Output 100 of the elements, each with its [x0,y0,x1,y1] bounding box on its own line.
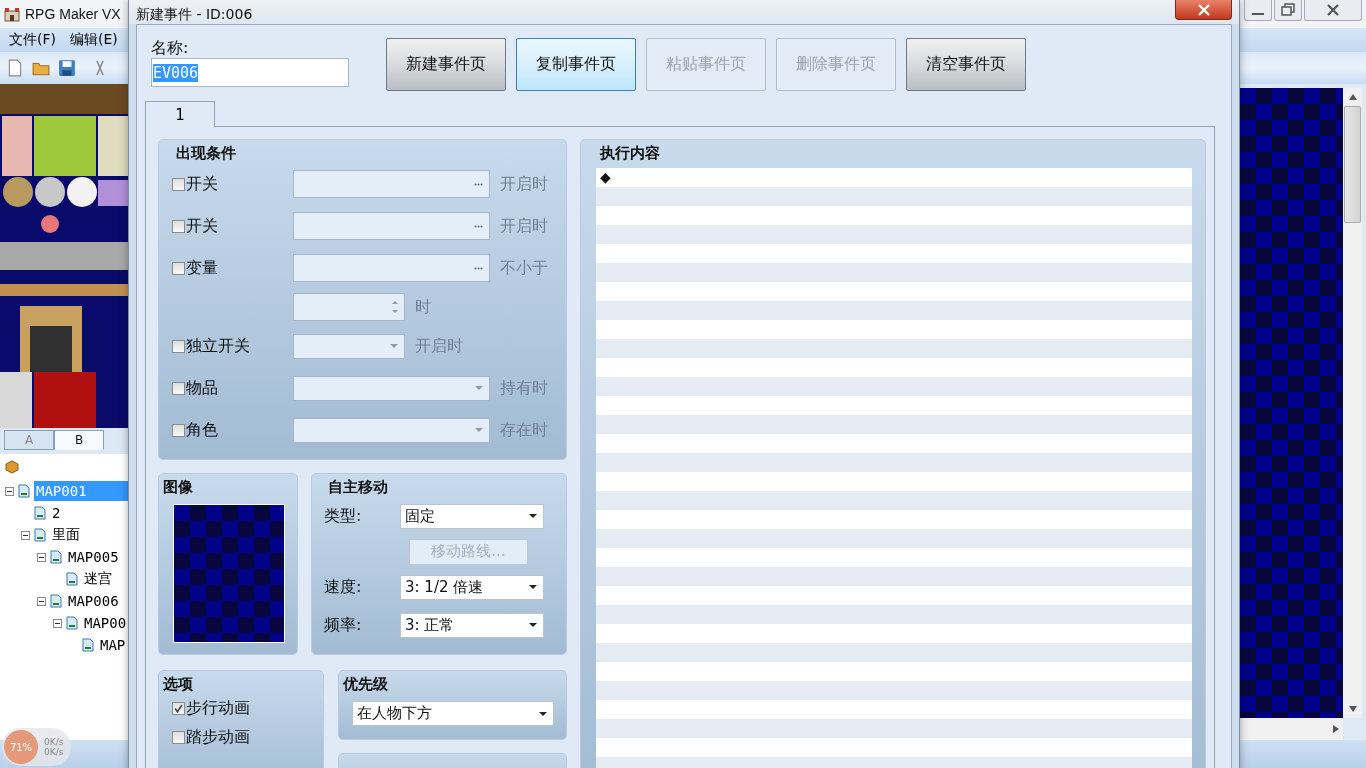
download-speed: 0K/s [44,747,64,757]
checkbox[interactable] [172,339,185,353]
map-icon [34,506,46,520]
collapse-icon[interactable] [21,530,30,540]
condition-field[interactable] [293,375,490,401]
checkbox[interactable] [172,219,185,233]
more-icon[interactable] [474,266,483,270]
condition-field[interactable] [293,212,490,240]
close-button[interactable] [1304,0,1362,21]
close-button[interactable] [1175,0,1232,20]
panel-title: 执行内容 [599,143,661,163]
panel-title: 自主移动 [327,477,389,497]
dropdown-icon [529,585,537,589]
castle-icon [4,6,20,22]
dropdown[interactable]: 固定 [400,503,544,529]
command-line[interactable]: ◆ [596,168,1192,187]
condition-suffix: 存在时 [500,419,548,441]
condition-label: 独立开关 [186,335,250,357]
upload-speed: 0K/s [44,737,64,747]
map-icon [50,594,62,608]
condition-suffix: 开启时 [500,173,548,195]
checkbox[interactable] [172,702,185,715]
dropdown[interactable]: 在人物下方 [352,701,554,726]
condition-field[interactable] [293,254,490,282]
condition-suffix: 不小于 [500,257,548,279]
condition-label: 开关 [186,215,218,237]
dropdown-icon [529,514,537,518]
collapse-icon[interactable] [37,552,46,562]
condition-label: 物品 [186,377,218,399]
cpu-percent: 71% [4,730,38,764]
tileset-tab[interactable]: B [54,430,104,450]
scroll-right-icon[interactable] [1333,725,1339,733]
option-label: 步行动画 [186,698,250,719]
field-label: 类型: [324,505,363,527]
close-icon [1196,3,1211,16]
maximize-button[interactable] [1274,0,1302,21]
map-icon [66,572,78,586]
checkbox[interactable] [172,423,185,437]
condition-field[interactable] [293,333,405,359]
condition-field[interactable] [293,417,490,443]
map-icon [18,484,30,498]
scroll-up-icon[interactable] [1348,94,1357,100]
scissors-icon[interactable] [94,59,106,77]
event-page-button[interactable]: 清空事件页 [906,38,1026,91]
map-tree-item[interactable]: MAP [98,635,128,655]
event-page-button[interactable]: 复制事件页 [516,38,636,91]
dropdown[interactable]: 3: 正常 [400,612,544,638]
command-list[interactable]: ◆ [596,168,1192,768]
map-icon [82,638,94,652]
condition-label: 开关 [186,173,218,195]
map-icon [34,528,46,542]
condition-label: 变量 [186,257,218,279]
map-tree-item[interactable]: 里面 [50,525,82,545]
image-preview[interactable] [173,504,285,643]
collapse-icon[interactable] [53,618,62,628]
dialog-title: 新建事件 - ID:006 [135,5,253,24]
name-label: 名称: [151,38,190,56]
option-label: 踏步动画 [186,727,250,748]
condition-suffix: 开启时 [500,215,548,237]
more-icon[interactable] [474,224,483,228]
dropdown-icon[interactable] [390,344,398,348]
map-tree-item[interactable]: MAP005 [66,547,121,567]
panel-title: 选项 [162,674,194,694]
menu-item[interactable]: 文件(F) [4,29,61,51]
condition-suffix: 时 [415,296,431,318]
dropdown-icon[interactable] [475,386,483,390]
dropdown[interactable]: 3: 1/2 倍速 [400,574,544,600]
scrollbar-thumb[interactable] [1344,106,1361,223]
new-file-icon[interactable] [6,59,24,77]
checkbox[interactable] [172,381,185,395]
dropdown-icon [539,711,547,716]
panel-title: 图像 [162,477,194,497]
condition-suffix: 持有时 [500,377,548,399]
window-title: RPG Maker VX [25,6,121,22]
map-tree-item[interactable]: MAP00 [82,613,129,633]
checkbox[interactable] [172,177,185,191]
condition-label: 角色 [186,419,218,441]
collapse-icon[interactable] [37,596,46,606]
minimize-button[interactable] [1244,0,1272,21]
condition-field[interactable] [293,170,490,198]
checkbox[interactable] [172,731,185,744]
field-label: 速度: [324,576,363,598]
collapse-icon[interactable] [5,486,14,496]
map-tree-item[interactable]: 迷宫 [82,569,114,589]
more-icon[interactable] [474,182,483,186]
map-tree-item[interactable]: MAP006 [66,591,121,611]
event-page-button[interactable]: 新建事件页 [386,38,506,91]
minimize-icon [1252,13,1264,15]
save-icon[interactable] [58,59,76,77]
checkbox[interactable] [172,261,185,275]
restore-icon [1278,3,1298,17]
page-tab[interactable]: 1 [145,101,215,127]
dropdown-icon[interactable] [475,428,483,432]
menu-item[interactable]: 编辑(E) [65,29,123,51]
map-tree-item[interactable]: 2 [50,503,63,523]
scroll-down-icon[interactable] [1348,706,1357,712]
spinner-icon[interactable] [392,300,398,314]
condition-field[interactable] [293,293,405,321]
map-icon [50,550,62,564]
condition-suffix: 开启时 [415,335,463,357]
